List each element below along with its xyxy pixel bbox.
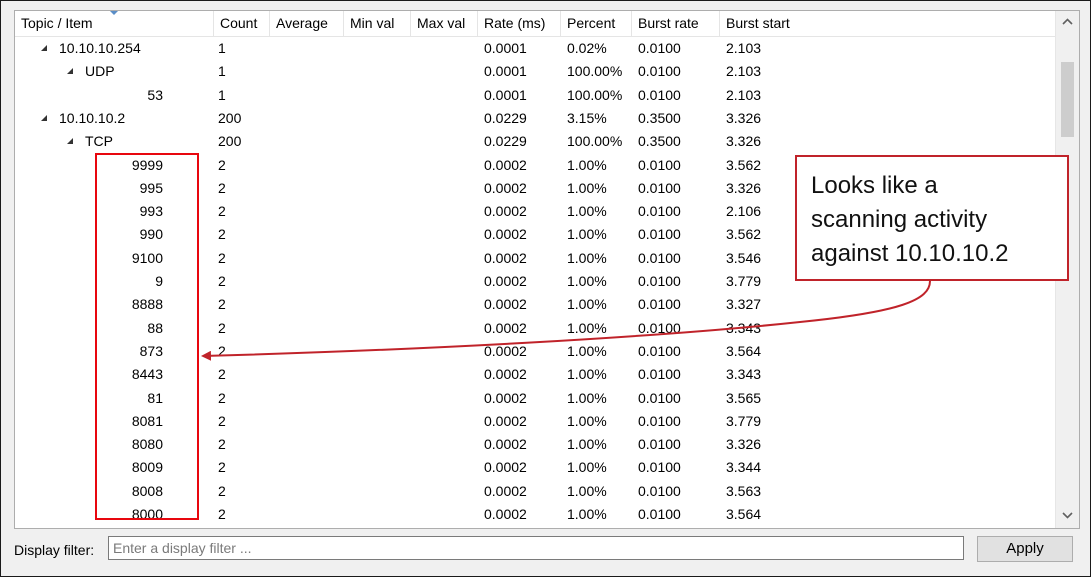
callout-line: Looks like a: [811, 172, 938, 199]
annotation-arrow: [201, 280, 931, 361]
callout-line: against 10.10.10.2: [811, 240, 1009, 267]
callout-line: scanning activity: [811, 206, 988, 233]
annotation-callout: Looks like a scanning activity against 1…: [795, 155, 1069, 281]
